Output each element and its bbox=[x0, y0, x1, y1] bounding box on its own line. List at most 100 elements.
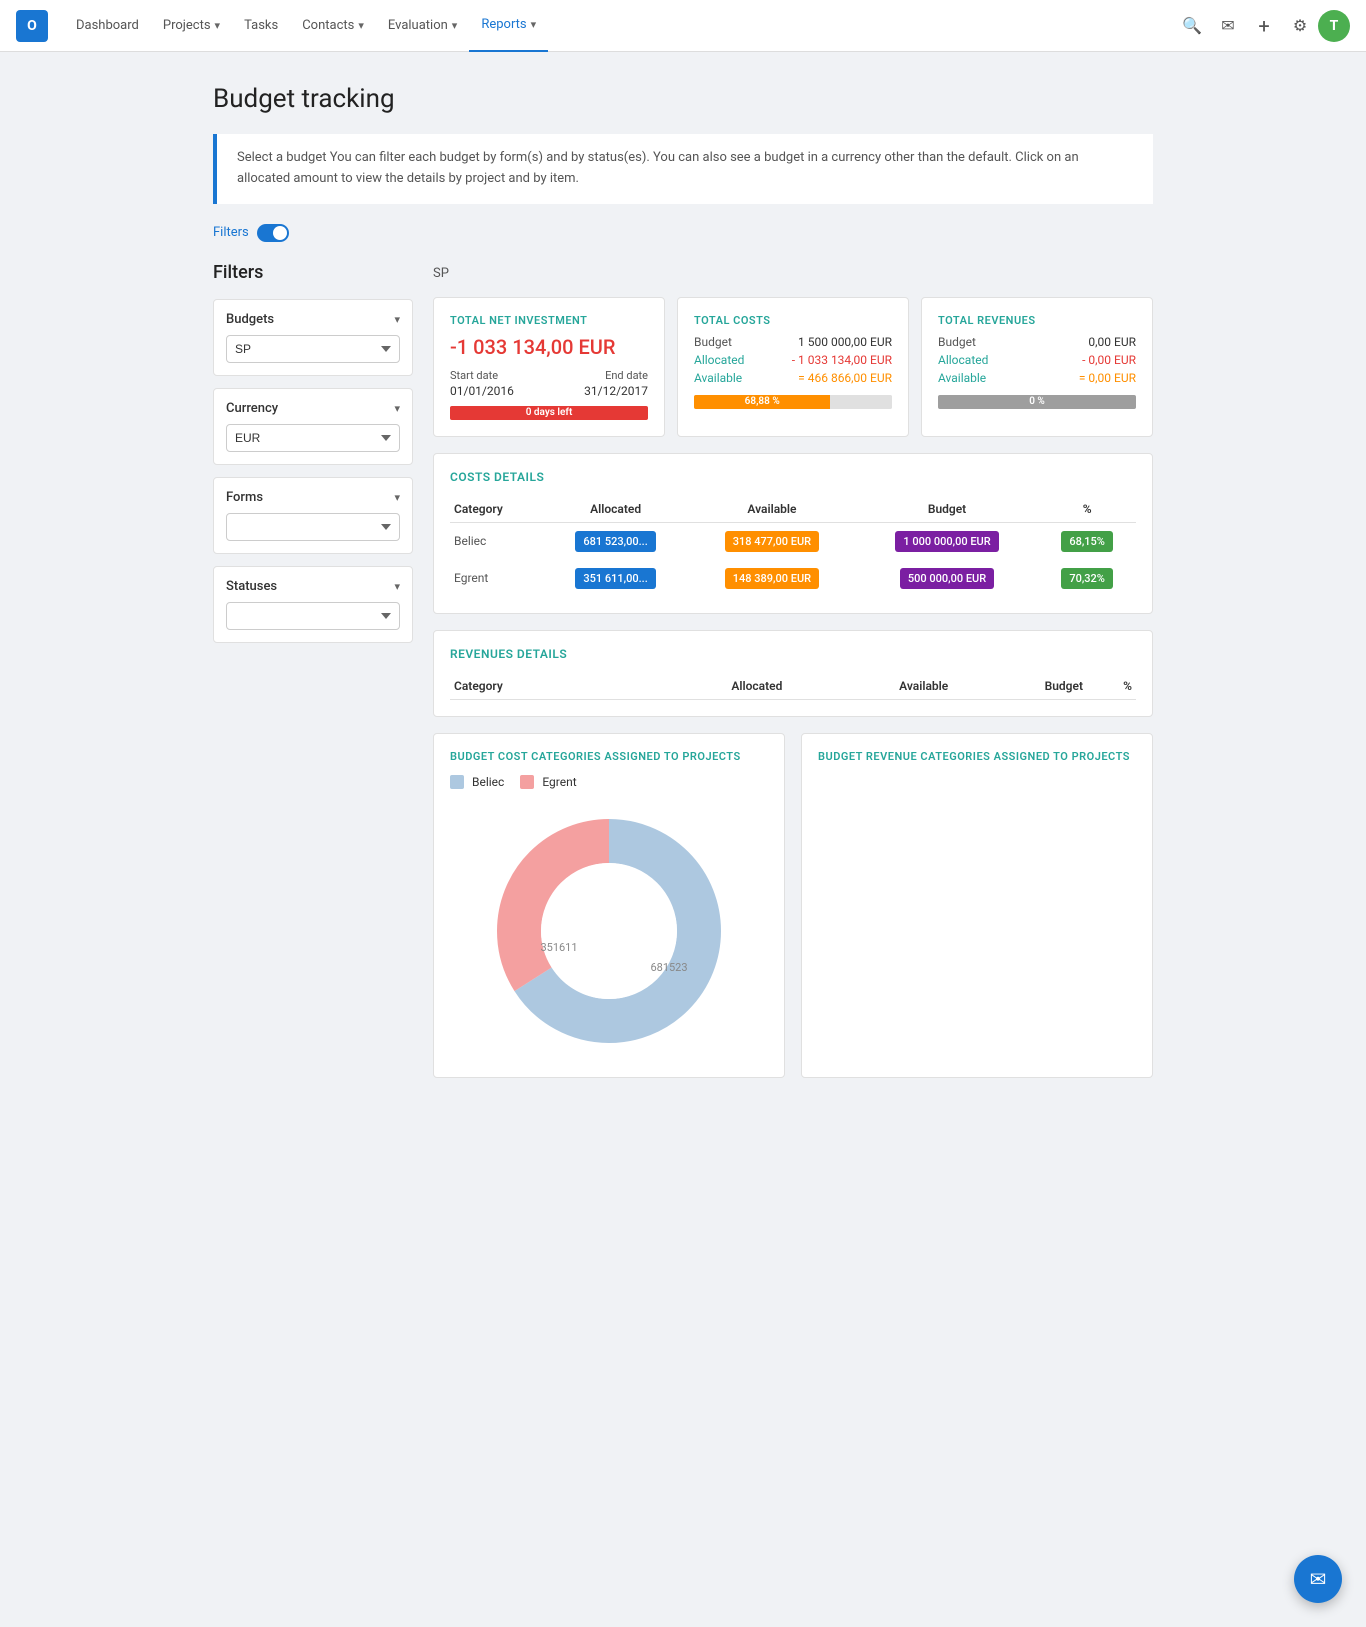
search-button[interactable]: 🔍 bbox=[1174, 8, 1210, 44]
row-egrent-available: 148 389,00 EUR bbox=[688, 560, 856, 597]
days-left-progress: 0 days left bbox=[450, 406, 648, 420]
col-category: Category bbox=[450, 496, 543, 523]
filter-currency-label: Currency bbox=[226, 401, 278, 416]
row-beliec-allocated[interactable]: 681 523,00... bbox=[543, 522, 688, 560]
revenues-budget-value: 0,00 EUR bbox=[1088, 335, 1136, 349]
costs-progress-bar: 68,88 % bbox=[694, 395, 892, 409]
col-pct: % bbox=[1038, 496, 1136, 523]
total-revenues-title: TOTAL REVENUES bbox=[938, 314, 1136, 327]
total-costs-rows: Budget 1 500 000,00 EUR Allocated - 1 03… bbox=[694, 335, 892, 385]
rev-col-category: Category bbox=[450, 673, 615, 700]
legend-egrent-dot bbox=[520, 775, 534, 789]
donut-chart: 351611 681523 bbox=[450, 801, 768, 1061]
filter-group-currency-header[interactable]: Currency ▾ bbox=[226, 401, 400, 416]
main-panel: SP TOTAL NET INVESTMENT -1 033 134,00 EU… bbox=[433, 262, 1153, 1094]
filter-group-forms-header[interactable]: Forms ▾ bbox=[226, 490, 400, 505]
filter-group-budgets-header[interactable]: Budgets ▾ bbox=[226, 312, 400, 327]
filter-group-currency: Currency ▾ EUR USD GBP bbox=[213, 388, 413, 465]
summary-cards-row: TOTAL NET INVESTMENT -1 033 134,00 EUR S… bbox=[433, 297, 1153, 437]
total-revenues-rows: Budget 0,00 EUR Allocated - 0,00 EUR Ava… bbox=[938, 335, 1136, 385]
costs-budget-label: Budget bbox=[694, 335, 732, 349]
forms-select[interactable] bbox=[226, 513, 400, 541]
revenues-allocated-value: - 0,00 EUR bbox=[1082, 353, 1136, 367]
table-row: Beliec 681 523,00... 318 477,00 EUR 1 00… bbox=[450, 522, 1136, 560]
rev-col-available: Available bbox=[786, 673, 952, 700]
nav-evaluation[interactable]: Evaluation ▾ bbox=[376, 0, 469, 52]
sidebar-title: Filters bbox=[213, 262, 413, 283]
chart-costs-card: BUDGET COST CATEGORIES ASSIGNED TO PROJE… bbox=[433, 733, 785, 1078]
total-costs-card: TOTAL COSTS Budget 1 500 000,00 EUR Allo… bbox=[677, 297, 909, 437]
revenues-budget-label: Budget bbox=[938, 335, 976, 349]
info-banner: Select a budget You can filter each budg… bbox=[213, 134, 1153, 204]
chevron-down-icon: ▾ bbox=[394, 313, 400, 326]
revenues-progress-bar: 0 % bbox=[938, 395, 1136, 409]
total-net-investment-value: -1 033 134,00 EUR bbox=[450, 335, 648, 359]
filter-group-forms: Forms ▾ bbox=[213, 477, 413, 554]
costs-details-section: COSTS DETAILS Category Allocated Availab… bbox=[433, 453, 1153, 614]
revenues-available-value: = 0,00 EUR bbox=[1079, 371, 1136, 385]
statuses-select[interactable] bbox=[226, 602, 400, 630]
nav-contacts[interactable]: Contacts ▾ bbox=[290, 0, 376, 52]
logo[interactable]: O bbox=[16, 10, 48, 42]
filters-sidebar: Filters Budgets ▾ SP Currency ▾ EUR USD bbox=[213, 262, 413, 655]
costs-budget-row: Budget 1 500 000,00 EUR bbox=[694, 335, 892, 349]
start-date-label: Start date bbox=[450, 369, 514, 382]
nav-projects[interactable]: Projects ▾ bbox=[151, 0, 232, 52]
filters-toggle-switch[interactable] bbox=[257, 224, 289, 242]
costs-allocated-row: Allocated - 1 033 134,00 EUR bbox=[694, 353, 892, 367]
nav-dashboard[interactable]: Dashboard bbox=[64, 0, 151, 52]
avatar[interactable]: T bbox=[1318, 10, 1350, 42]
charts-row: BUDGET COST CATEGORIES ASSIGNED TO PROJE… bbox=[433, 733, 1153, 1078]
legend-egrent-label: Egrent bbox=[542, 775, 576, 789]
row-beliec-available: 318 477,00 EUR bbox=[688, 522, 856, 560]
table-row: Egrent 351 611,00... 148 389,00 EUR 500 … bbox=[450, 560, 1136, 597]
svg-text:351611: 351611 bbox=[540, 941, 577, 954]
start-date-value: 01/01/2016 bbox=[450, 384, 514, 398]
chevron-down-icon: ▾ bbox=[394, 402, 400, 415]
nav-tasks[interactable]: Tasks bbox=[232, 0, 290, 52]
rev-col-pct: % bbox=[1087, 673, 1136, 700]
costs-budget-value: 1 500 000,00 EUR bbox=[798, 335, 892, 349]
rev-col-allocated: Allocated bbox=[615, 673, 786, 700]
page-title: Budget tracking bbox=[213, 84, 1153, 114]
settings-button[interactable]: ⚙ bbox=[1282, 8, 1318, 44]
row-egrent-budget: 500 000,00 EUR bbox=[856, 560, 1038, 597]
col-budget: Budget bbox=[856, 496, 1038, 523]
filter-budgets-label: Budgets bbox=[226, 312, 274, 327]
filter-forms-label: Forms bbox=[226, 490, 263, 505]
chart-revenues-title: BUDGET REVENUE CATEGORIES ASSIGNED TO PR… bbox=[818, 750, 1136, 763]
costs-allocated-value: - 1 033 134,00 EUR bbox=[792, 353, 892, 367]
fab-button[interactable]: ✉ bbox=[1294, 1555, 1342, 1603]
fab-icon: ✉ bbox=[1310, 1567, 1327, 1591]
row-egrent-category: Egrent bbox=[450, 560, 543, 597]
nav-reports[interactable]: Reports ▾ bbox=[469, 0, 548, 52]
chevron-down-icon: ▾ bbox=[215, 19, 221, 32]
revenues-details-section: REVENUES DETAILS Category Allocated Avai… bbox=[433, 630, 1153, 717]
legend-beliec-label: Beliec bbox=[472, 775, 504, 789]
col-allocated: Allocated bbox=[543, 496, 688, 523]
revenues-details-title: REVENUES DETAILS bbox=[450, 647, 1136, 661]
row-beliec-category: Beliec bbox=[450, 522, 543, 560]
chart-revenues-card: BUDGET REVENUE CATEGORIES ASSIGNED TO PR… bbox=[801, 733, 1153, 1078]
chevron-down-icon: ▾ bbox=[394, 491, 400, 504]
filter-group-budgets: Budgets ▾ SP bbox=[213, 299, 413, 376]
legend-beliec: Beliec bbox=[450, 775, 504, 789]
end-date-value: 31/12/2017 bbox=[584, 384, 648, 398]
revenues-details-table: Category Allocated Available Budget % bbox=[450, 673, 1136, 700]
chart-costs-title: BUDGET COST CATEGORIES ASSIGNED TO PROJE… bbox=[450, 750, 768, 763]
costs-available-value: = 466 866,00 EUR bbox=[798, 371, 892, 385]
budgets-select[interactable]: SP bbox=[226, 335, 400, 363]
costs-available-row: Available = 466 866,00 EUR bbox=[694, 371, 892, 385]
rev-col-budget: Budget bbox=[952, 673, 1087, 700]
total-net-investment-title: TOTAL NET INVESTMENT bbox=[450, 314, 648, 327]
costs-allocated-label: Allocated bbox=[694, 353, 744, 367]
row-egrent-allocated[interactable]: 351 611,00... bbox=[543, 560, 688, 597]
chevron-down-icon: ▾ bbox=[394, 580, 400, 593]
filters-toggle-row: Filters bbox=[213, 224, 1153, 242]
total-revenues-card: TOTAL REVENUES Budget 0,00 EUR Allocated… bbox=[921, 297, 1153, 437]
mail-button[interactable]: ✉ bbox=[1210, 8, 1246, 44]
add-button[interactable]: + bbox=[1246, 8, 1282, 44]
currency-select[interactable]: EUR USD GBP bbox=[226, 424, 400, 452]
filter-group-statuses-header[interactable]: Statuses ▾ bbox=[226, 579, 400, 594]
revenues-allocated-label: Allocated bbox=[938, 353, 988, 367]
